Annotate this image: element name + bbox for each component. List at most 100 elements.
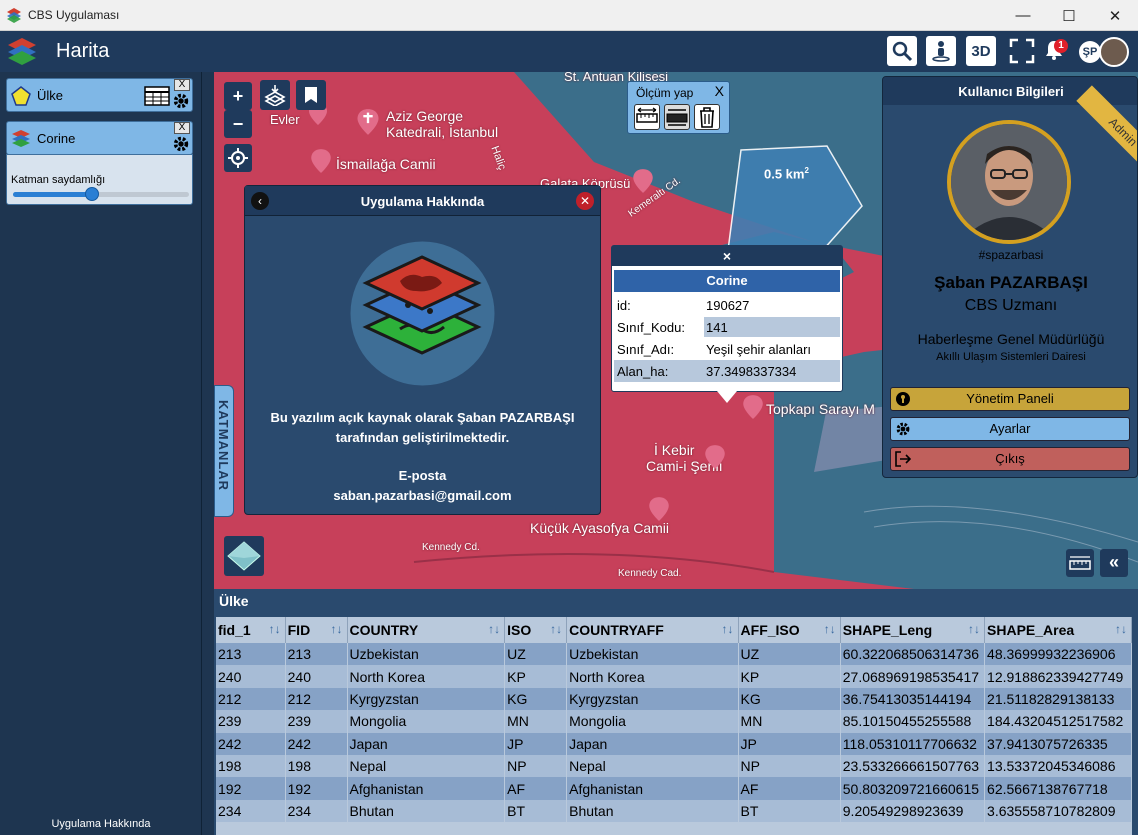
measure-close-button[interactable]: X — [715, 83, 724, 99]
map-label: Evler — [270, 112, 300, 127]
sort-icon[interactable]: ↑↓ — [550, 622, 562, 636]
sort-icon[interactable]: ↑↓ — [488, 622, 500, 636]
table-cell: 23.533266661507763 — [840, 754, 986, 778]
measure-panel: Ölçüm yap X — [627, 81, 730, 134]
map-label: Kennedy Cad. — [618, 568, 682, 579]
table-cell: Uzbekistan — [566, 643, 739, 666]
table-cell: Kyrgyzstan — [347, 687, 506, 711]
app-logo-icon — [8, 38, 36, 65]
settings-button[interactable]: Ayarlar — [890, 417, 1130, 441]
column-header[interactable]: SHAPE_Area ↑↓ — [984, 617, 1132, 643]
remove-layer-button[interactable]: X — [174, 79, 190, 91]
table-row[interactable]: 234 234 Bhutan BT Bhutan BT 9.20549298923639 3.… — [216, 799, 1132, 823]
trash-icon — [700, 107, 714, 128]
table-cell: KP — [738, 665, 841, 688]
measure-clear-button[interactable] — [694, 104, 720, 130]
table-row[interactable]: 192 192 Afghanistan AF Afghanistan AF 50.80320… — [216, 777, 1132, 800]
sort-icon[interactable]: ↑↓ — [331, 622, 343, 636]
table-cell: JP — [738, 732, 841, 755]
table-cell: 12.918862339427749 — [984, 665, 1132, 688]
table-row[interactable]: 240 240 North Korea KP North Korea KP 27.06896… — [216, 665, 1132, 688]
user-department: Akıllı Ulaşım Sistemleri Dairesi — [936, 351, 1086, 363]
table-cell: NP — [504, 754, 568, 778]
crosshair-icon — [228, 148, 248, 168]
user-menu-button[interactable]: ŞP — [1079, 37, 1131, 67]
table-row[interactable]: 213 213 Uzbekistan UZ Uzbekistan UZ 60.3220685… — [216, 643, 1132, 666]
gear-icon[interactable] — [172, 92, 190, 110]
layers-stack-icon — [12, 130, 30, 147]
zoom-out-button[interactable]: − — [224, 110, 252, 138]
table-cell: 60.322068506314736 — [840, 643, 986, 666]
user-name: Şaban PAZARBAŞI — [934, 273, 1088, 292]
about-link[interactable]: Uygulama Hakkında — [0, 813, 202, 835]
table-cell: 213 — [285, 643, 348, 666]
sort-icon[interactable]: ↑↓ — [722, 622, 734, 636]
basemap-switch-button[interactable] — [224, 536, 264, 576]
collapse-panel-button[interactable]: « — [1100, 549, 1128, 577]
measure-area-button[interactable] — [664, 104, 690, 130]
attribute-table-scroll[interactable]: fid_1 ↑↓ FID ↑↓ COUNTRY ↑↓ ISO ↑↓ COUNTRYAFF ↑↓ AF… — [216, 617, 1132, 835]
user-info-panel: Kullanıcı Bilgileri Admin #spazarbasi Şa… — [882, 76, 1138, 478]
streetview-button[interactable] — [926, 36, 956, 66]
column-header[interactable]: fid_1 ↑↓ — [216, 617, 286, 643]
table-row[interactable]: 239 239 Mongolia MN Mongolia MN 85.10150455255… — [216, 710, 1132, 733]
column-header[interactable]: SHAPE_Leng ↑↓ — [840, 617, 986, 643]
admin-panel-button[interactable]: Yönetim Paneli — [890, 387, 1130, 411]
layer-item-corine[interactable]: Corine X — [6, 121, 193, 155]
maximize-button[interactable]: ☐ — [1046, 0, 1092, 31]
close-window-button[interactable]: ✕ — [1092, 0, 1138, 31]
table-cell: JP — [504, 732, 568, 755]
layers-panel-toggle[interactable]: KATMANLAR — [214, 385, 234, 517]
measure-toggle-button[interactable] — [1066, 549, 1094, 577]
popup-row: Sınıf_Adı: Yeşil şehir alanları — [617, 342, 812, 357]
table-row[interactable]: 198 198 Nepal NP Nepal NP 23.533266661507763 13… — [216, 754, 1132, 778]
add-layer-button[interactable] — [260, 80, 290, 110]
minimize-button[interactable]: — — [1000, 0, 1046, 31]
table-cell: Kyrgyzstan — [566, 687, 739, 711]
locate-button[interactable] — [224, 144, 252, 172]
column-header[interactable]: ISO ↑↓ — [504, 617, 568, 643]
table-cell: Uzbekistan — [347, 643, 506, 666]
user-role: CBS Uzmanı — [964, 297, 1058, 314]
transparency-slider-fill — [13, 192, 93, 197]
3d-button[interactable]: 3D — [966, 36, 996, 66]
sort-icon[interactable]: ↑↓ — [968, 622, 980, 636]
column-header[interactable]: COUNTRY ↑↓ — [347, 617, 506, 643]
fullscreen-button[interactable] — [1007, 36, 1037, 66]
bookmark-button[interactable] — [296, 80, 326, 110]
search-button[interactable] — [887, 36, 917, 66]
gear-icon[interactable] — [172, 135, 190, 153]
sort-icon[interactable]: ↑↓ — [269, 622, 281, 636]
table-cell: Afghanistan — [566, 777, 739, 800]
table-cell: 212 — [285, 687, 348, 711]
polygon-layer-icon — [11, 86, 31, 106]
notifications-button[interactable]: 1 — [1043, 39, 1069, 65]
table-cell: MN — [738, 710, 841, 733]
back-icon[interactable]: ‹ — [251, 192, 269, 210]
column-header[interactable]: COUNTRYAFF ↑↓ — [566, 617, 739, 643]
attribute-table: fid_1 ↑↓ FID ↑↓ COUNTRY ↑↓ ISO ↑↓ COUNTRYAFF ↑↓ AF… — [216, 617, 1132, 823]
layers-add-icon — [264, 85, 286, 106]
sort-icon[interactable]: ↑↓ — [824, 622, 836, 636]
layer-item-ulke[interactable]: Ülke X — [6, 78, 193, 112]
notification-count-badge: 1 — [1054, 39, 1068, 53]
sort-icon[interactable]: ↑↓ — [1115, 622, 1127, 636]
table-cell: North Korea — [347, 665, 506, 688]
popup-close-button[interactable]: × — [612, 246, 842, 266]
column-header[interactable]: FID ↑↓ — [285, 617, 348, 643]
column-header[interactable]: AFF_ISO ↑↓ — [738, 617, 841, 643]
table-cell: Bhutan — [347, 799, 506, 823]
table-row[interactable]: 212 212 Kyrgyzstan KG Kyrgyzstan KG 36.7541303… — [216, 687, 1132, 711]
close-icon[interactable]: ✕ — [576, 192, 594, 210]
table-header-row: fid_1 ↑↓ FID ↑↓ COUNTRY ↑↓ ISO ↑↓ COUNTRYAFF ↑↓ AF… — [216, 617, 1132, 643]
logout-button[interactable]: Çıkış — [890, 447, 1130, 471]
zoom-in-button[interactable]: + — [224, 82, 252, 110]
remove-layer-button[interactable]: X — [174, 122, 190, 134]
church-poi-icon — [357, 109, 379, 135]
measure-distance-button[interactable] — [634, 104, 660, 130]
popup-pointer — [717, 391, 737, 403]
transparency-slider-handle[interactable] — [85, 187, 100, 201]
key-icon — [896, 392, 910, 406]
table-row[interactable]: 242 242 Japan JP Japan JP 118.05310117706632 37… — [216, 732, 1132, 755]
attribute-table-icon[interactable] — [144, 86, 170, 106]
